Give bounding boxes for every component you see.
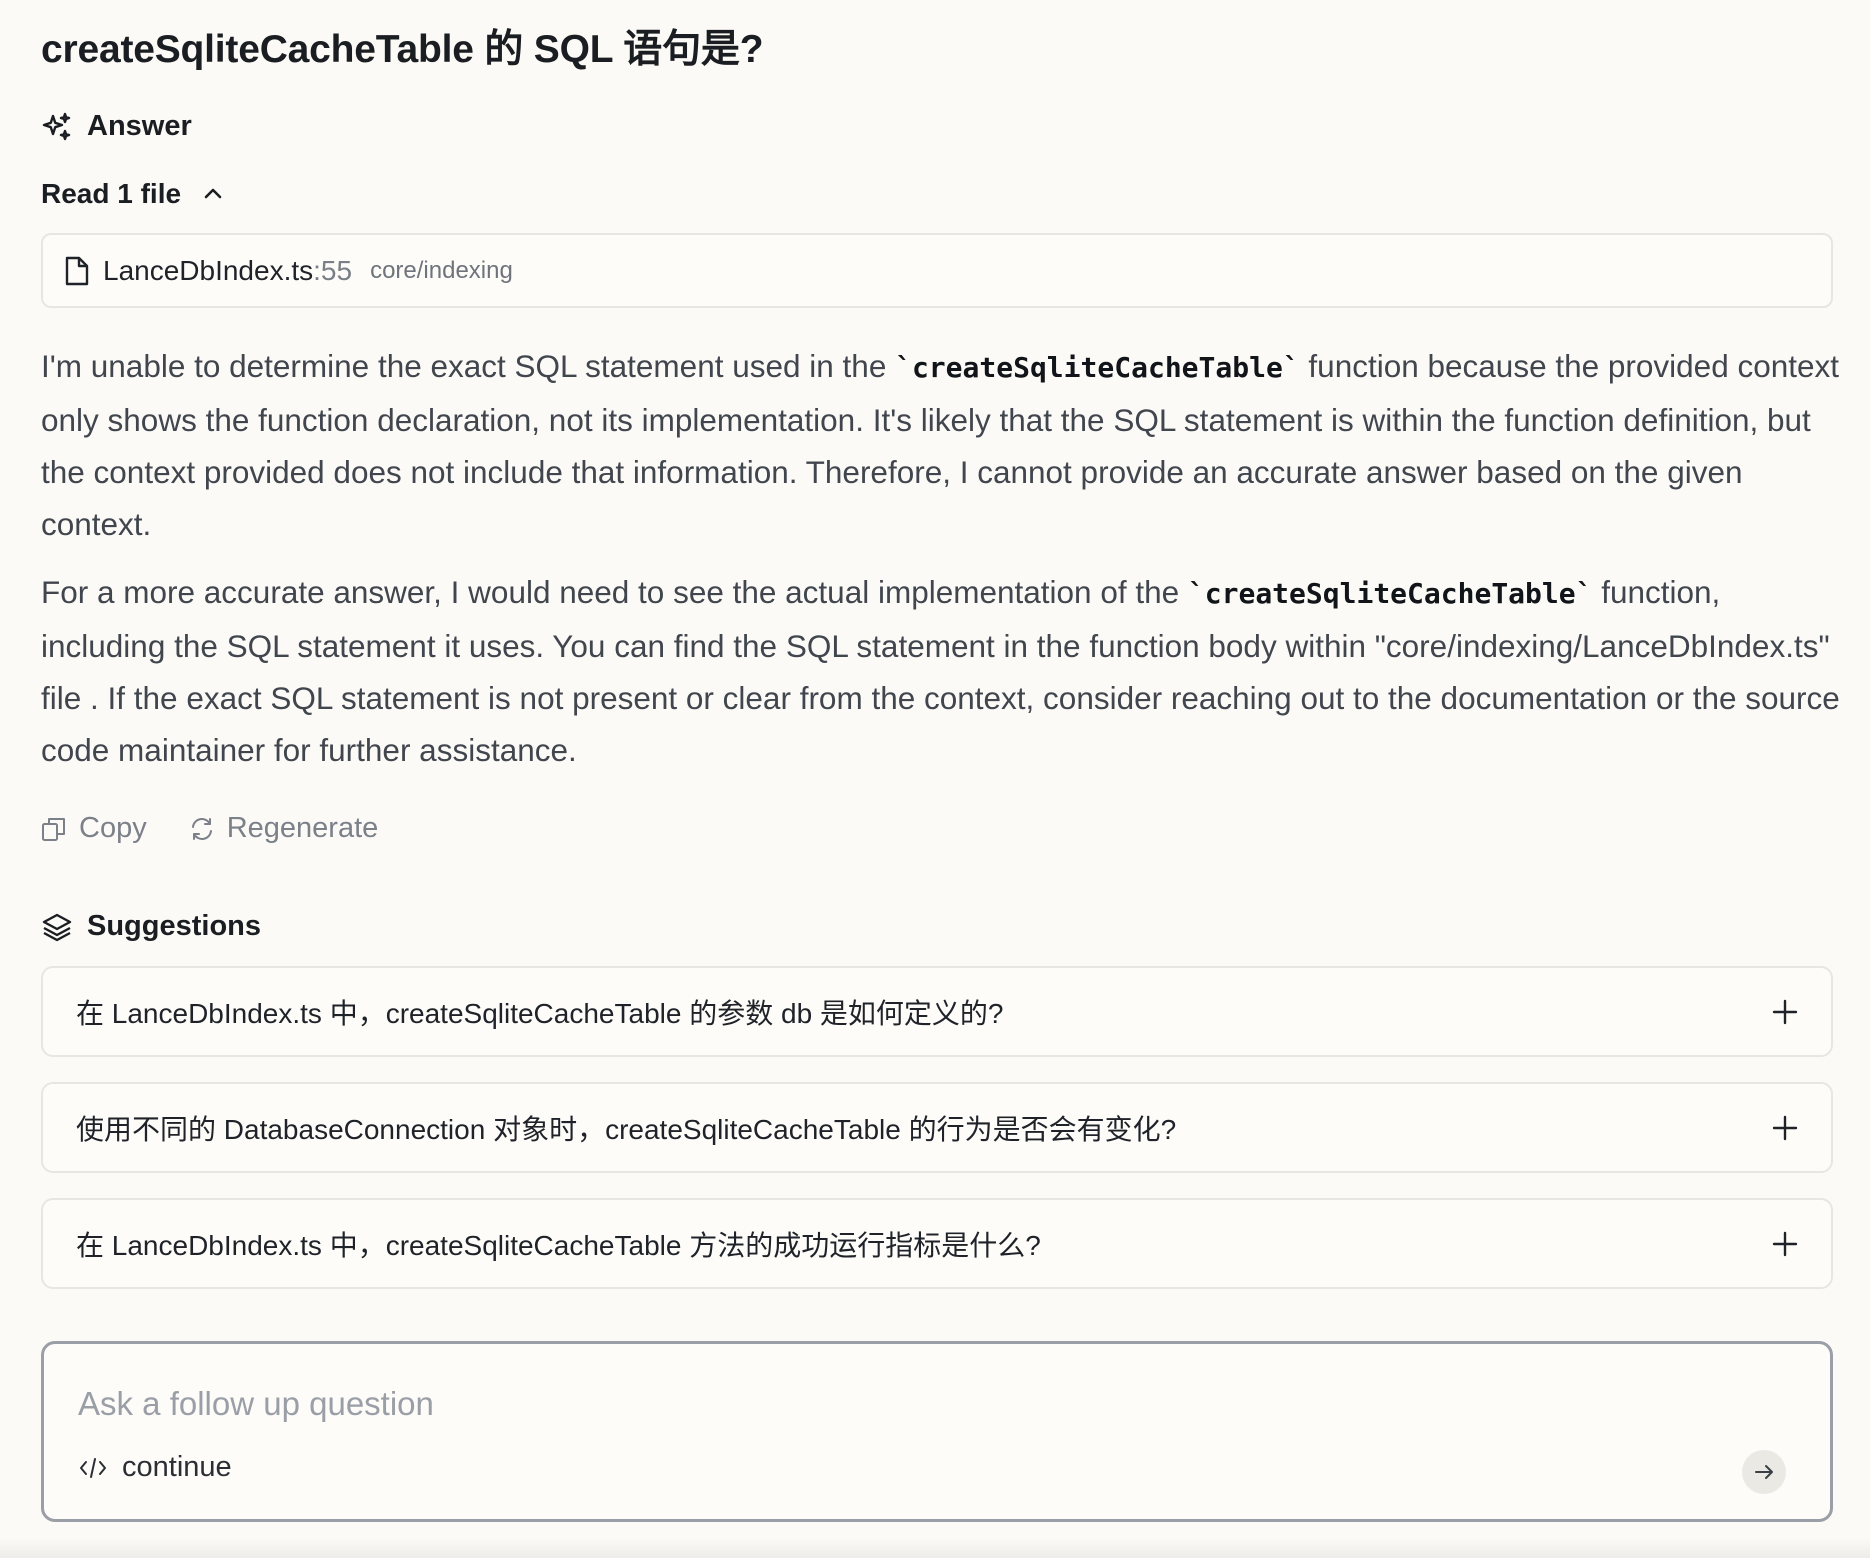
- answer-body: I'm unable to determine the exact SQL st…: [41, 340, 1841, 792]
- copy-button[interactable]: Copy: [41, 812, 147, 845]
- context-provider-button[interactable]: continue: [78, 1451, 232, 1484]
- plus-icon[interactable]: [1771, 1114, 1799, 1142]
- answer-text: I'm unable to determine the exact SQL st…: [41, 348, 896, 384]
- copy-label: Copy: [79, 812, 147, 844]
- inline-code: `createSqliteCacheTable`: [895, 351, 1300, 384]
- plus-icon[interactable]: [1771, 998, 1799, 1026]
- context-label: continue: [122, 1451, 232, 1483]
- suggestion-item[interactable]: 使用不同的 DatabaseConnection 对象时，createSqlit…: [41, 1082, 1833, 1173]
- answer-heading: Answer: [41, 110, 192, 143]
- file-name: LanceDbIndex.ts: [103, 254, 314, 286]
- answer-heading-label: Answer: [87, 110, 192, 142]
- suggestion-item[interactable]: 在 LanceDbIndex.ts 中，createSqliteCacheTab…: [41, 1198, 1833, 1289]
- read-files-toggle[interactable]: Read 1 file: [41, 178, 225, 210]
- sparkles-icon: [41, 111, 73, 143]
- suggestion-text: 使用不同的 DatabaseConnection 对象时，createSqlit…: [76, 1113, 1177, 1145]
- suggestions-heading-label: Suggestions: [87, 910, 262, 942]
- suggestion-text: 在 LanceDbIndex.ts 中，createSqliteCacheTab…: [76, 1229, 1041, 1261]
- regenerate-label: Regenerate: [226, 812, 379, 844]
- follow-up-composer: continue: [41, 1341, 1833, 1522]
- file-path: core/indexing: [370, 256, 513, 284]
- plus-icon[interactable]: [1771, 1230, 1799, 1258]
- suggestions-heading: Suggestions: [41, 910, 261, 943]
- answer-paragraph: For a more accurate answer, I would need…: [41, 566, 1841, 776]
- arrow-right-icon: [1753, 1461, 1775, 1483]
- send-button[interactable]: [1742, 1450, 1786, 1494]
- chevron-up-icon: [201, 182, 225, 206]
- copy-icon: [41, 816, 67, 842]
- answer-text: For a more accurate answer, I would need…: [41, 574, 1188, 610]
- page-title: createSqliteCacheTable 的 SQL 语句是?: [41, 28, 764, 71]
- file-reference[interactable]: LanceDbIndex.ts:55 core/indexing: [41, 233, 1833, 308]
- regenerate-button[interactable]: Regenerate: [189, 812, 379, 845]
- read-files-label: Read 1 file: [41, 178, 182, 209]
- layers-icon: [41, 911, 73, 943]
- refresh-icon: [189, 816, 215, 842]
- suggestion-item[interactable]: 在 LanceDbIndex.ts 中，createSqliteCacheTab…: [41, 966, 1833, 1057]
- follow-up-input[interactable]: [78, 1382, 1678, 1426]
- suggestion-text: 在 LanceDbIndex.ts 中，createSqliteCacheTab…: [76, 997, 1004, 1029]
- inline-code: `createSqliteCacheTable`: [1187, 577, 1593, 610]
- answer-paragraph: I'm unable to determine the exact SQL st…: [41, 340, 1841, 550]
- chat-answer-page: createSqliteCacheTable 的 SQL 语句是? Answer…: [0, 0, 1870, 1558]
- file-line-number: :55: [313, 254, 353, 286]
- file-icon: [63, 255, 91, 287]
- answer-actions: Copy Regenerate: [41, 812, 420, 845]
- code-icon: [78, 1455, 108, 1481]
- bottom-edge: [0, 1538, 1870, 1558]
